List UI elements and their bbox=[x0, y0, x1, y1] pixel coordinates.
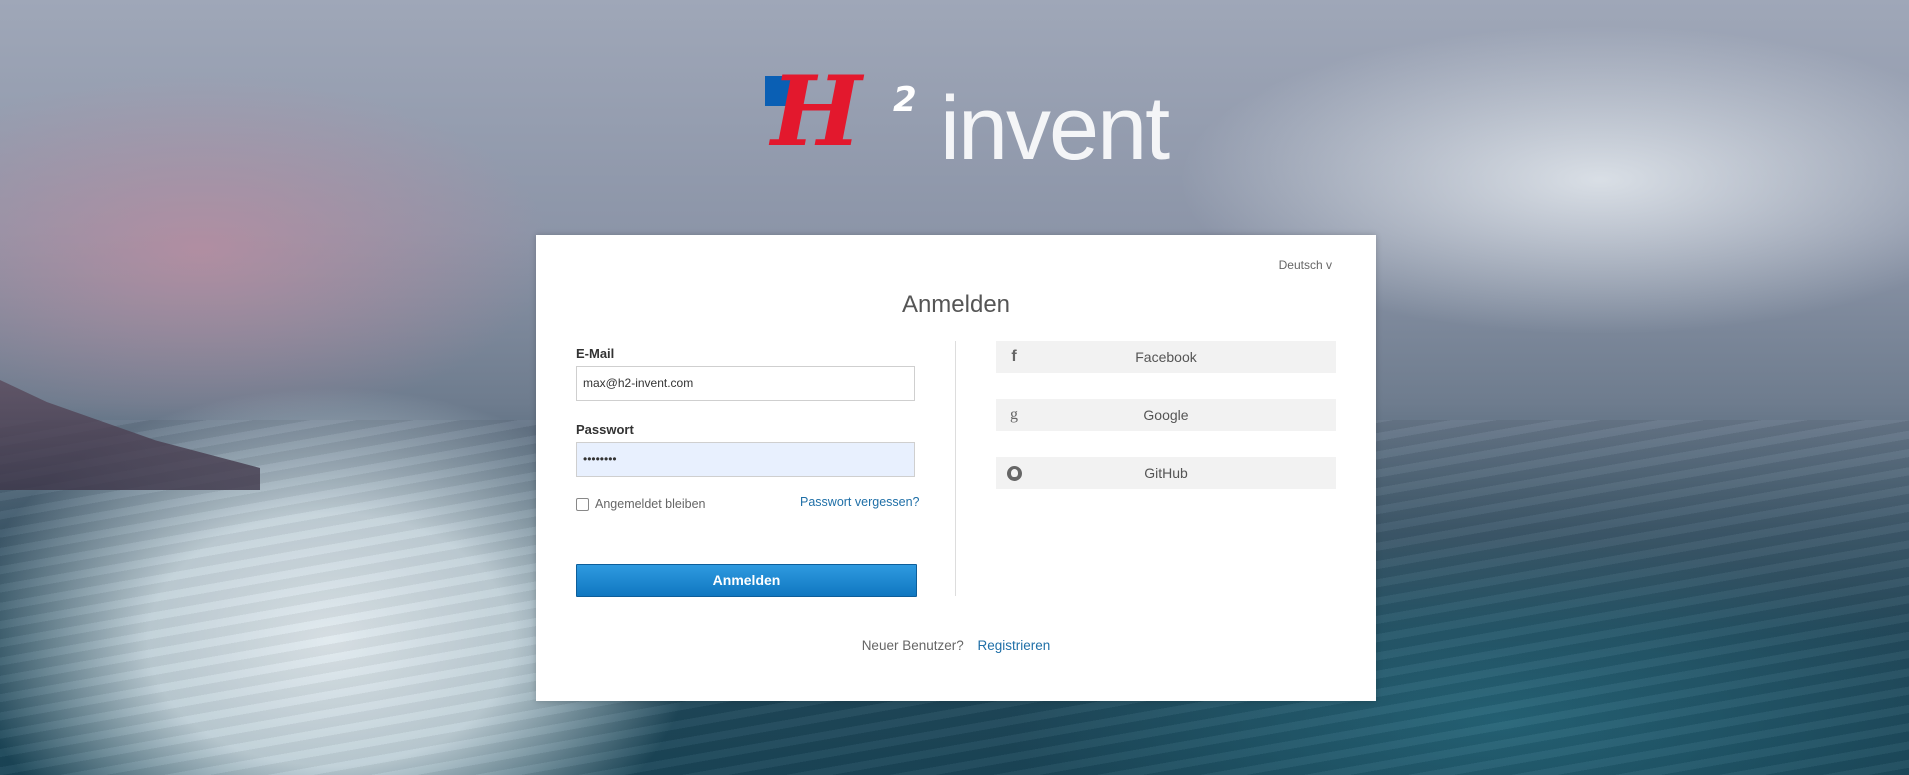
register-link[interactable]: Registrieren bbox=[978, 638, 1051, 653]
register-prompt: Neuer Benutzer? Registrieren bbox=[536, 638, 1376, 653]
logo-mark: H bbox=[771, 55, 862, 168]
email-label: E-Mail bbox=[576, 346, 615, 361]
facebook-icon: f bbox=[1011, 348, 1017, 365]
page-title: Anmelden bbox=[901, 291, 1011, 318]
remember-checkbox[interactable] bbox=[576, 497, 589, 511]
remember-label: Angemeldet bleiben bbox=[595, 497, 706, 511]
remember-me[interactable]: Angemeldet bleiben bbox=[576, 497, 706, 511]
brand-logo: H 2 invent bbox=[765, 64, 1170, 180]
facebook-login-button[interactable]: f Facebook bbox=[996, 341, 1336, 373]
chevron-down-icon: v bbox=[1326, 258, 1332, 272]
language-selector[interactable]: Deutsch v bbox=[1279, 258, 1332, 272]
new-user-text: Neuer Benutzer? bbox=[861, 638, 964, 653]
login-button[interactable]: Anmelden bbox=[576, 564, 917, 597]
language-label: Deutsch bbox=[1278, 258, 1323, 272]
google-label: Google bbox=[1143, 407, 1189, 423]
github-label: GitHub bbox=[1144, 465, 1188, 481]
google-login-button[interactable]: g Google bbox=[996, 399, 1336, 431]
password-field[interactable]: •••••••• bbox=[576, 442, 915, 477]
email-field[interactable]: max@h2-invent.com bbox=[576, 366, 915, 401]
password-label: Passwort bbox=[576, 422, 634, 437]
column-divider bbox=[955, 341, 956, 596]
facebook-label: Facebook bbox=[1135, 349, 1197, 365]
logo-wordmark: invent bbox=[940, 79, 1170, 179]
google-icon: g bbox=[1010, 406, 1018, 423]
login-card: Deutsch v Anmelden E-Mail max@h2-invent.… bbox=[536, 235, 1376, 701]
forgot-password-link[interactable]: Passwort vergessen? bbox=[800, 495, 920, 509]
github-icon bbox=[1006, 457, 1022, 489]
logo-superscript: 2 bbox=[893, 80, 917, 120]
github-login-button[interactable]: GitHub bbox=[996, 457, 1336, 489]
